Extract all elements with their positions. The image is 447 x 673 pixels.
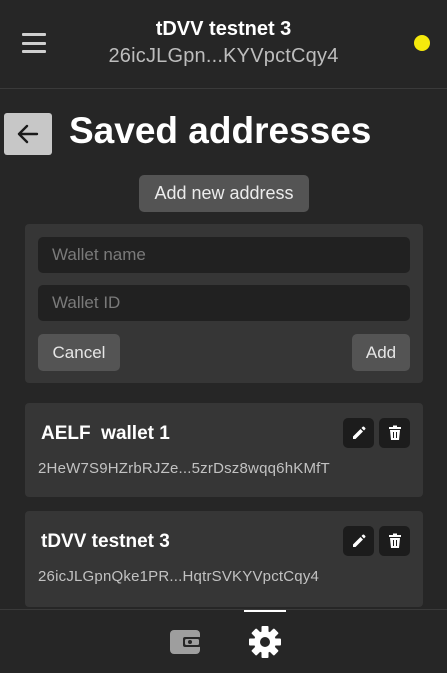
pencil-icon xyxy=(352,426,365,439)
trash-icon xyxy=(388,533,401,548)
wallet-icon xyxy=(170,630,201,654)
pencil-icon xyxy=(352,534,365,547)
network-name: tDVV testnet 3 xyxy=(155,18,292,40)
new-address-form: Cancel Add xyxy=(25,224,423,383)
wallet-name: tDVV testnet 3 xyxy=(41,531,170,552)
nav-wallet[interactable] xyxy=(163,610,207,673)
page-title: Saved addresses xyxy=(69,110,372,151)
connection-status-dot xyxy=(414,35,430,51)
app-header: tDVV testnet 3 26icJLGpn...KYVpctCqy4 xyxy=(0,0,447,89)
delete-button[interactable] xyxy=(379,526,410,556)
edit-button[interactable] xyxy=(343,526,374,556)
back-button[interactable] xyxy=(4,113,52,155)
arrow-left-icon xyxy=(17,124,39,144)
wallet-id-input[interactable] xyxy=(38,285,410,321)
nav-settings[interactable] xyxy=(243,610,287,673)
wallet-address: 26icJLGpnQke1PR...HqtrSVKYVpctCqy4 xyxy=(38,568,320,585)
trash-icon xyxy=(388,425,401,440)
cancel-button[interactable]: Cancel xyxy=(38,334,120,371)
wallet-address: 2HeW7S9HZrbRJZe...5zrDsz8wqq6hKMfT xyxy=(38,460,330,477)
wallet-name: AELF wallet 1 xyxy=(41,423,170,444)
edit-button[interactable] xyxy=(343,418,374,448)
delete-button[interactable] xyxy=(379,418,410,448)
bottom-navigation xyxy=(0,609,447,673)
saved-address-card: AELF wallet 1 2HeW7S9HZrbRJZe...5zrDsz8w… xyxy=(25,403,423,497)
network-address: 26icJLGpn...KYVpctCqy4 xyxy=(108,45,339,67)
add-new-address-button[interactable]: Add new address xyxy=(139,175,309,212)
saved-address-card: tDVV testnet 3 26icJLGpnQke1PR...HqtrSVK… xyxy=(25,511,423,607)
wallet-name-input[interactable] xyxy=(38,237,410,273)
gear-icon xyxy=(249,626,281,658)
add-button[interactable]: Add xyxy=(352,334,410,371)
